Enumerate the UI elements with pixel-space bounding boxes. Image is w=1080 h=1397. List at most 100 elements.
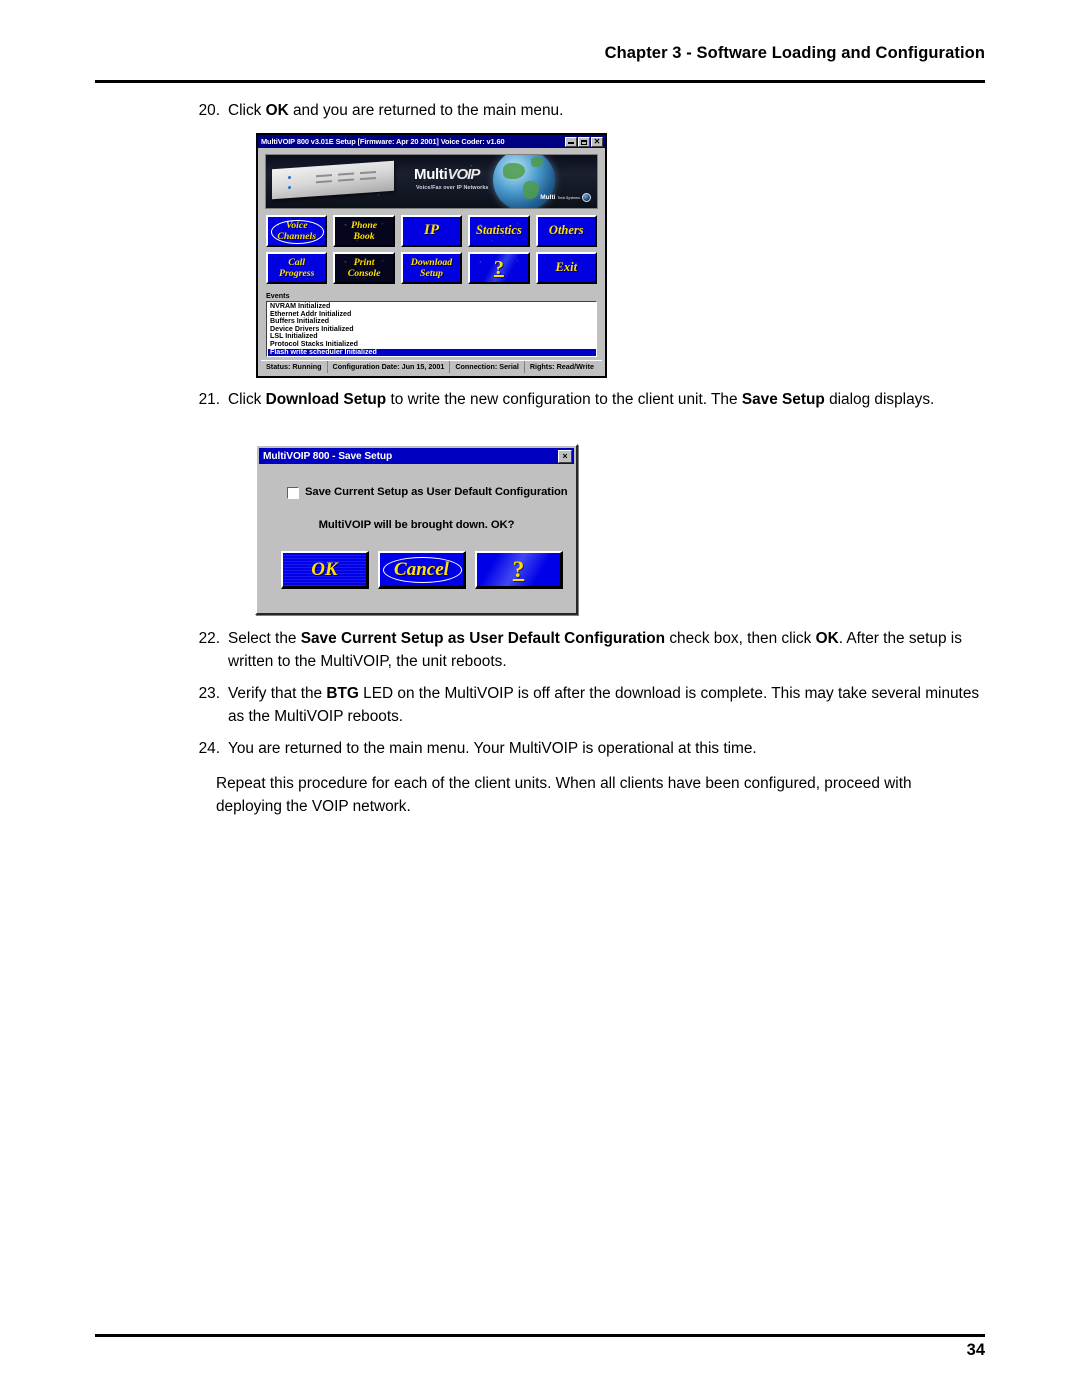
step-21-part-d: dialog displays.	[824, 391, 935, 408]
step-24: 24. You are returned to the main menu. Y…	[188, 738, 993, 761]
status-configuration-date: Configuration Date: Jun 15, 2001	[328, 361, 451, 373]
phone-book-line1: Phone	[351, 219, 378, 231]
save-dialog-title: MultiVOIP 800 - Save Setup	[263, 450, 393, 462]
header-divider	[95, 80, 985, 83]
save-default-config-checkbox-row[interactable]: Save Current Setup as User Default Confi…	[287, 486, 568, 499]
close-button[interactable]: ✕	[591, 136, 603, 147]
step-21-part-a: Click	[228, 391, 266, 408]
minimize-button[interactable]	[565, 136, 577, 147]
step-20-part-a: Click	[228, 102, 266, 119]
step-21-bold-download-setup: Download Setup	[265, 391, 387, 408]
page-header: Chapter 3 - Software Loading and Configu…	[604, 44, 985, 62]
step-20-part-c: and you are returned to the main menu.	[288, 102, 564, 119]
step-21-number: 21.	[198, 391, 220, 408]
download-setup-line1: Download	[410, 256, 453, 268]
cancel-label: Cancel	[394, 558, 449, 580]
main-menu-button-grid: Voice Channels Phone Book IP Statistics Ot…	[266, 215, 597, 284]
step-22-part-a: Select the	[228, 630, 301, 647]
close-icon[interactable]: ×	[558, 449, 572, 463]
events-group: Events NVRAM Initialized Ethernet Addr I…	[266, 291, 597, 357]
multitech-globe-mark	[582, 193, 591, 202]
logo-multi-text: Multi	[414, 166, 448, 183]
step-23-number: 23.	[198, 685, 220, 702]
status-running: Status: Running	[261, 361, 328, 373]
ok-button[interactable]: OK	[281, 551, 369, 589]
step-21: 21. Click Download Setup to write the ne…	[188, 389, 988, 412]
step-20-text: Click OK and you are returned to the mai…	[228, 100, 978, 123]
call-progress-button[interactable]: Call Progress	[266, 252, 328, 284]
question-mark-icon: ?	[493, 257, 504, 279]
ip-label: IP	[423, 222, 439, 239]
multivoip-main-window-screenshot: MultiVOIP 800 v3.01E Setup [Firmware: Ap…	[256, 133, 607, 378]
step-23-bold-btg: BTG	[326, 685, 359, 702]
step-21-part-c: to write the new configuration to the cl…	[386, 391, 742, 408]
step-20: 20. Click OK and you are returned to the…	[188, 100, 978, 123]
step-24-text: You are returned to the main menu. Your …	[228, 740, 757, 757]
ok-label: OK	[311, 558, 338, 580]
multitech-name: Multi	[540, 194, 556, 201]
save-dialog-message: MultiVOIP will be brought down. OK?	[318, 519, 515, 531]
product-banner: MultiVOIP Voice/Fax over IP Networks Mul…	[265, 154, 598, 209]
save-setup-dialog-screenshot: MultiVOIP 800 - Save Setup × Save Curren…	[255, 444, 578, 615]
status-rights: Rights: Read/Write	[529, 362, 594, 371]
events-legend: Events	[266, 291, 290, 300]
print-console-line2: Console	[347, 268, 381, 279]
step-23: 23. Verify that the BTG LED on the Multi…	[188, 683, 993, 728]
status-connection: Connection: Serial	[450, 361, 525, 373]
events-list[interactable]: NVRAM Initialized Ethernet Addr Initiali…	[266, 301, 597, 357]
exit-button[interactable]: Exit	[535, 252, 597, 284]
voice-channels-button[interactable]: Voice Channels	[266, 215, 328, 247]
step-20-bold-ok: OK	[265, 102, 289, 119]
close-icon: ✕	[593, 136, 601, 146]
step-22: 22. Select the Save Current Setup as Use…	[188, 628, 993, 673]
main-window-status-bar: Status: Running Configuration Date: Jun …	[261, 360, 602, 373]
main-window-titlebar: MultiVOIP 800 v3.01E Setup [Firmware: Ap…	[258, 135, 605, 148]
question-mark-icon: ?	[512, 556, 525, 582]
page-number: 34	[966, 1341, 985, 1359]
others-button[interactable]: Others	[535, 215, 597, 247]
print-console-line1: Print	[353, 256, 375, 268]
exit-label: Exit	[555, 260, 578, 275]
download-setup-line2: Setup	[420, 268, 443, 279]
save-dialog-button-row: OK Cancel ?	[281, 551, 563, 589]
multitech-logo: Multi Tech Systems	[540, 193, 591, 202]
download-setup-button[interactable]: Download Setup	[400, 252, 463, 284]
phone-book-line2: Book	[353, 231, 375, 242]
step-23-text: Verify that the BTG LED on the MultiVOIP…	[228, 683, 993, 728]
step-22-number: 22.	[198, 630, 220, 647]
step-22-part-c: check box, then click	[665, 630, 816, 647]
call-progress-line2: Progress	[279, 268, 315, 279]
save-default-config-label: Save Current Setup as User Default Confi…	[305, 486, 568, 498]
step-21-text: Click Download Setup to write the new co…	[228, 389, 988, 412]
multitech-subtitle: Tech Systems	[557, 195, 580, 200]
print-console-label: Print Console	[348, 257, 381, 280]
download-setup-label: Download Setup	[411, 257, 452, 280]
statistics-button[interactable]: Statistics	[468, 215, 530, 247]
help-button[interactable]: ?	[468, 252, 530, 284]
multivoip-logo: MultiVOIP	[414, 166, 481, 183]
print-console-button[interactable]: Print Console	[333, 252, 395, 284]
ip-button[interactable]: IP	[400, 215, 463, 247]
call-progress-line1: Call	[288, 256, 306, 268]
main-window-title: MultiVOIP 800 v3.01E Setup [Firmware: Ap…	[261, 137, 505, 146]
maximize-button[interactable]	[578, 136, 590, 147]
help-button[interactable]: ?	[475, 551, 563, 589]
step-23-part-a: Verify that the	[228, 685, 327, 702]
step-22-bold-ok: OK	[815, 630, 839, 647]
step-20-number: 20.	[198, 102, 220, 119]
call-progress-label: Call Progress	[279, 257, 314, 280]
save-default-config-checkbox[interactable]	[287, 487, 299, 499]
step-22-text: Select the Save Current Setup as User De…	[228, 628, 993, 673]
phone-book-button[interactable]: Phone Book	[333, 215, 395, 247]
focus-indicator	[271, 219, 324, 245]
cancel-button[interactable]: Cancel	[378, 551, 466, 589]
banner-tagline: Voice/Fax over IP Networks	[416, 185, 489, 191]
window-controls: ✕	[565, 136, 603, 147]
save-dialog-titlebar: MultiVOIP 800 - Save Setup ×	[259, 448, 574, 464]
closing-paragraph: Repeat this procedure for each of the cl…	[216, 775, 912, 815]
list-item-selected[interactable]: Flash write scheduler Initialized	[268, 348, 596, 356]
logo-voip-text: VOIP	[447, 166, 481, 183]
statistics-label: Statistics	[475, 223, 522, 238]
step-22-bold-checkbox-name: Save Current Setup as User Default Confi…	[300, 630, 666, 647]
others-label: Others	[548, 223, 584, 238]
